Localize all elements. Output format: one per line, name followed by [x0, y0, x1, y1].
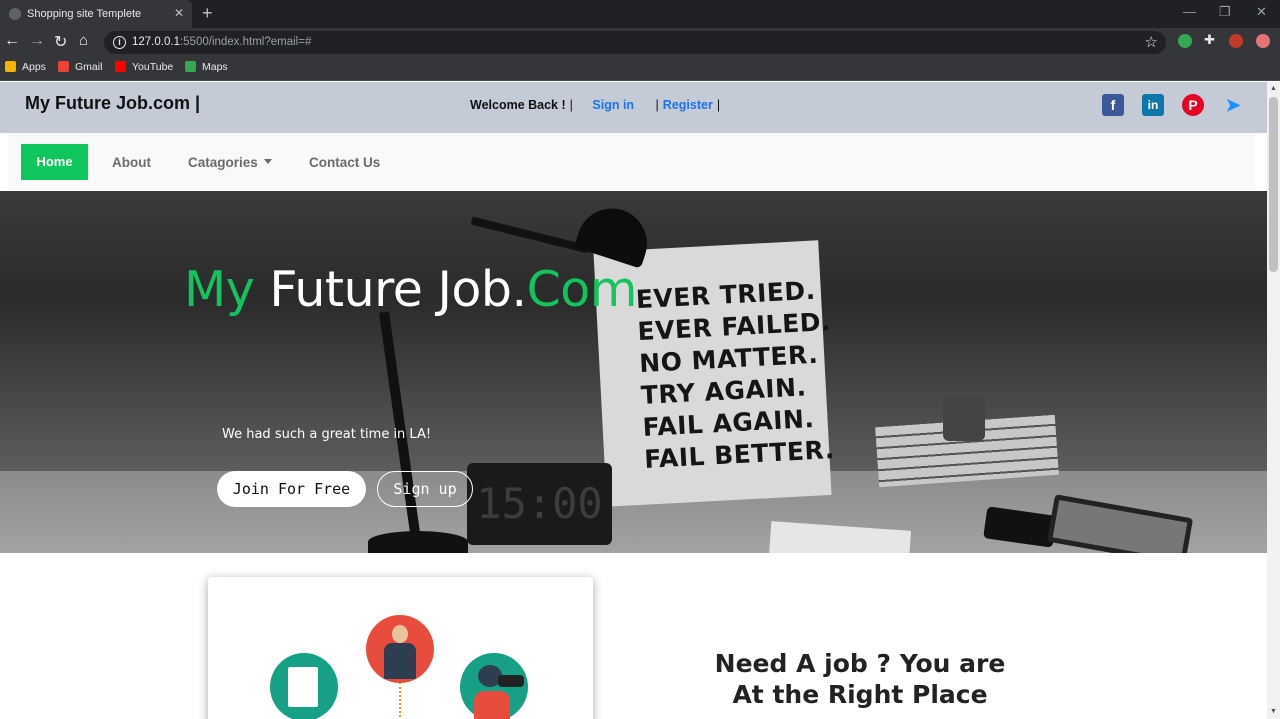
- sign-in-link[interactable]: Sign in: [592, 98, 634, 112]
- hero-title: My Future Job.Com: [184, 261, 638, 318]
- feature-card: [208, 577, 593, 719]
- bookmark-youtube[interactable]: YouTube: [115, 61, 173, 73]
- binoculars-icon: [460, 653, 528, 719]
- hero-subtitle: We had such a great time in LA!: [222, 427, 432, 442]
- youtube-icon: [115, 61, 126, 72]
- lamp-arm: [470, 216, 590, 254]
- scroll-up-icon[interactable]: ▲: [1270, 85, 1277, 92]
- info-icon[interactable]: i: [113, 36, 126, 49]
- pinterest-icon[interactable]: P: [1182, 94, 1204, 116]
- profile-avatar-icon[interactable]: [1256, 34, 1270, 48]
- linkedin-icon[interactable]: in: [1142, 94, 1164, 116]
- forward-icon[interactable]: →: [29, 32, 45, 50]
- home-icon[interactable]: ⌂: [79, 32, 88, 49]
- pencil-cup: [943, 396, 985, 441]
- welcome-text: Welcome Back !: [470, 98, 566, 112]
- poster-text: EVER TRIED. EVER FAILED. NO MATTER. TRY …: [635, 275, 836, 474]
- nav-about[interactable]: About: [112, 155, 151, 170]
- site-brand[interactable]: My Future Job.com |: [25, 93, 200, 114]
- main-nav: Home About Catagories Contact Us: [8, 133, 1255, 190]
- gmail-icon: [58, 61, 69, 72]
- sign-up-button[interactable]: Sign up: [377, 471, 473, 507]
- address-bar[interactable]: i 127.0.0.1:5500/index.html?email=# ☆: [104, 31, 1166, 54]
- close-tab-icon[interactable]: ✕: [174, 6, 184, 20]
- scrollbar-thumb[interactable]: [1269, 97, 1278, 272]
- facebook-icon[interactable]: f: [1102, 94, 1124, 116]
- bookmark-star-icon[interactable]: ☆: [1145, 33, 1158, 51]
- window-close-icon[interactable]: ✕: [1256, 4, 1267, 20]
- puzzle-icon[interactable]: ✚: [1204, 32, 1218, 47]
- digital-clock: 15:00: [467, 463, 612, 545]
- nav-categories[interactable]: Catagories: [188, 155, 272, 170]
- bookmark-maps[interactable]: Maps: [185, 61, 228, 73]
- extension-icon[interactable]: [1178, 34, 1192, 48]
- globe-icon: [9, 8, 21, 20]
- bookmark-apps[interactable]: Apps: [5, 61, 46, 73]
- browser-tab-bar: Shopping site Templete ✕ + — ❐ ✕: [0, 0, 1280, 28]
- reload-icon[interactable]: ↻: [54, 32, 67, 52]
- lamp-icon: [573, 199, 657, 269]
- scroll-down-icon[interactable]: ▼: [1270, 708, 1277, 715]
- extension-icon[interactable]: [1229, 34, 1243, 48]
- send-icon[interactable]: ➤: [1220, 94, 1246, 116]
- connector-line: [399, 682, 401, 719]
- new-tab-icon[interactable]: +: [202, 3, 213, 24]
- resume-icon: [270, 653, 338, 719]
- nav-contact[interactable]: Contact Us: [309, 155, 380, 170]
- bookmarks-bar: Apps Gmail YouTube Maps: [0, 57, 1280, 81]
- lamp-base: [368, 531, 468, 553]
- browser-toolbar: ← → ↻ ⌂ i 127.0.0.1:5500/index.html?emai…: [0, 28, 1280, 57]
- join-for-free-button[interactable]: Join For Free: [217, 471, 366, 507]
- minimize-icon[interactable]: —: [1183, 4, 1196, 19]
- page-viewport: My Future Job.com | Welcome Back ! | Sign…: [0, 82, 1267, 719]
- chevron-down-icon: [263, 159, 272, 164]
- businessman-icon: [366, 615, 434, 683]
- apps-grid-icon: [5, 61, 16, 72]
- hero-banner: EVER TRIED. EVER FAILED. NO MATTER. TRY …: [0, 191, 1267, 553]
- browser-tab[interactable]: Shopping site Templete ✕: [0, 0, 192, 28]
- register-link[interactable]: Register: [663, 98, 713, 112]
- restore-icon[interactable]: ❐: [1219, 4, 1231, 20]
- maps-icon: [185, 61, 196, 72]
- url-text: 127.0.0.1:5500/index.html?email=#: [132, 36, 312, 48]
- page-scrollbar[interactable]: ▲ ▼: [1267, 82, 1280, 719]
- tab-title: Shopping site Templete: [27, 8, 142, 20]
- welcome-area: Welcome Back ! | Sign in | Register |: [470, 98, 721, 112]
- section-heading: Need A job ? You are At the Right Place: [714, 649, 1006, 709]
- bookmark-gmail[interactable]: Gmail: [58, 61, 102, 73]
- back-icon[interactable]: ←: [4, 32, 20, 50]
- top-header: My Future Job.com | Welcome Back ! | Sign…: [0, 82, 1267, 133]
- nav-home[interactable]: Home: [21, 144, 88, 180]
